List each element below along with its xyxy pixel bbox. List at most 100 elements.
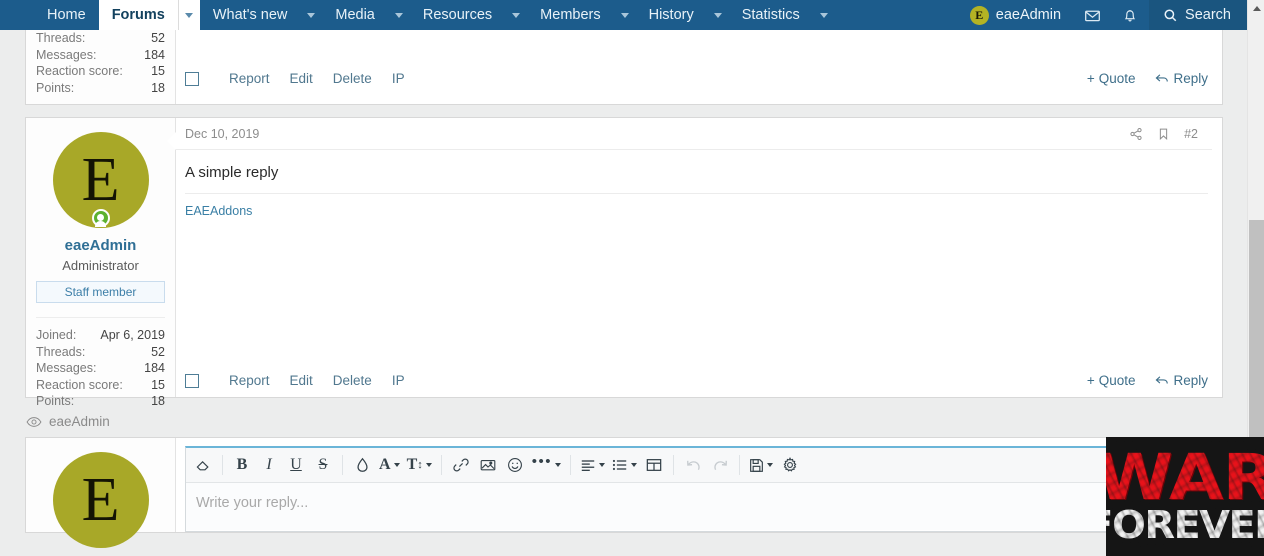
post-header: Dec 10, 2019 #2 [176, 118, 1212, 150]
edit-link[interactable]: Edit [290, 373, 313, 388]
reply-textarea[interactable]: Write your reply... [186, 483, 1211, 530]
nav-item-whats-new-label[interactable]: What's new [200, 0, 301, 30]
stat-messages: Messages: 184 [36, 360, 165, 377]
post-user-column: Threads: 52 Messages: 184 Reaction score… [26, 30, 176, 104]
draft-icon[interactable] [746, 452, 776, 478]
post-date[interactable]: Dec 10, 2019 [185, 127, 259, 141]
signature-link[interactable]: EAEAddons [185, 204, 252, 218]
toolbar-separator [673, 455, 674, 475]
stat-label: Reaction score: [36, 377, 123, 392]
nav-item-media[interactable]: Media [322, 0, 410, 30]
nav-item-home-label[interactable]: Home [34, 0, 99, 30]
post-select-checkbox[interactable] [185, 71, 199, 86]
avatar[interactable]: E [52, 452, 149, 548]
link-icon[interactable] [448, 452, 474, 478]
nav-item-statistics[interactable]: Statistics [729, 0, 835, 30]
italic-icon[interactable]: I [256, 452, 282, 478]
avatar-wrapper[interactable]: E [52, 452, 149, 548]
list-icon[interactable] [609, 452, 640, 478]
stat-value: 52 [151, 31, 165, 45]
reply-button[interactable]: Reply [1155, 71, 1208, 86]
post-2: E eaeAdmin Administrator Staff member Jo… [25, 117, 1223, 408]
nav-item-forums-chevron-down-icon[interactable] [177, 0, 200, 30]
banner-line-2: FOREVER [1106, 503, 1264, 548]
image-icon[interactable] [475, 452, 501, 478]
nav-item-whats-new[interactable]: What's new [200, 0, 323, 30]
quote-button[interactable]: + Quote [1087, 71, 1136, 86]
stat-value: 18 [151, 80, 165, 95]
nav-item-forums-label[interactable]: Forums [98, 0, 178, 30]
stat-threads: Threads: 52 [36, 344, 165, 361]
nav-item-media-chevron-down-icon[interactable] [388, 0, 410, 30]
currently-viewing-username[interactable]: eaeAdmin [49, 414, 110, 429]
post-author-name[interactable]: eaeAdmin [36, 237, 165, 254]
nav-user-menu[interactable]: E eaeAdmin [958, 0, 1073, 30]
search-button[interactable]: Search [1149, 0, 1247, 30]
table-icon[interactable] [641, 452, 667, 478]
font-size-icon[interactable]: T ↕ [404, 452, 435, 478]
eye-icon [26, 416, 42, 428]
scrollbar-up-arrow-icon[interactable] [1248, 0, 1264, 17]
stat-joined: Joined: Apr 6, 2019 [36, 327, 165, 344]
edit-link[interactable]: Edit [290, 71, 313, 86]
delete-link[interactable]: Delete [333, 71, 372, 86]
nav-item-history-label[interactable]: History [636, 0, 707, 30]
staff-member-badge: Staff member [36, 281, 165, 303]
redo-icon[interactable] [707, 452, 733, 478]
nav-item-resources-label[interactable]: Resources [410, 0, 505, 30]
remove-formatting-icon[interactable] [190, 452, 216, 478]
nav-item-history-chevron-down-icon[interactable] [707, 0, 729, 30]
war-forever-banner[interactable]: WAR FOREVER [1106, 437, 1264, 556]
bold-icon[interactable]: B [229, 452, 255, 478]
plus-icon: + [1086, 373, 1095, 388]
post-user-column: E eaeAdmin Administrator Staff member Jo… [26, 118, 176, 408]
post-previous-partial: Threads: 52 Messages: 184 Reaction score… [25, 30, 1223, 105]
quote-button[interactable]: + Quote [1087, 373, 1136, 388]
nav-item-members[interactable]: Members [527, 0, 635, 30]
font-family-icon[interactable]: A [376, 452, 403, 478]
post-select-checkbox[interactable] [185, 373, 199, 388]
ip-link[interactable]: IP [392, 71, 405, 86]
stat-threads: Threads: 52 [36, 30, 165, 47]
emoji-icon[interactable] [502, 452, 528, 478]
delete-link[interactable]: Delete [333, 373, 372, 388]
reply-arrow-icon [1156, 375, 1169, 384]
nav-item-statistics-label[interactable]: Statistics [729, 0, 813, 30]
avatar-wrapper[interactable]: E [52, 132, 149, 228]
nav-item-members-chevron-down-icon[interactable] [614, 0, 636, 30]
text-color-icon[interactable] [349, 452, 375, 478]
share-icon[interactable] [1129, 127, 1143, 141]
strikethrough-icon[interactable]: S [310, 452, 336, 478]
stat-value: 184 [144, 47, 165, 62]
nav-item-forums[interactable]: Forums [98, 0, 200, 30]
bell-icon[interactable] [1111, 0, 1149, 30]
more-options-icon[interactable]: ••• [529, 452, 564, 478]
nav-item-resources[interactable]: Resources [410, 0, 527, 30]
post-number[interactable]: #2 [1184, 127, 1198, 141]
stat-value: 184 [144, 361, 165, 375]
ip-link[interactable]: IP [392, 373, 405, 388]
nav-item-members-label[interactable]: Members [527, 0, 613, 30]
align-icon[interactable] [577, 452, 608, 478]
avatar: E [969, 5, 989, 25]
nav-item-home[interactable]: Home [34, 0, 99, 30]
scrollbar-thumb[interactable] [1249, 220, 1264, 458]
settings-gear-icon[interactable] [777, 452, 803, 478]
underline-icon[interactable]: U [283, 452, 309, 478]
quote-button-label: Quote [1098, 373, 1136, 388]
nav-item-history[interactable]: History [636, 0, 729, 30]
undo-icon[interactable] [680, 452, 706, 478]
reply-button-label: Reply [1173, 71, 1208, 86]
nav-item-statistics-chevron-down-icon[interactable] [813, 0, 835, 30]
reply-button[interactable]: Reply [1155, 373, 1208, 388]
nav-item-resources-chevron-down-icon[interactable] [505, 0, 527, 30]
report-link[interactable]: Report [229, 71, 270, 86]
bookmark-icon[interactable] [1157, 127, 1170, 141]
envelope-icon[interactable] [1073, 0, 1111, 30]
nav-item-whats-new-chevron-down-icon[interactable] [300, 0, 322, 30]
report-link[interactable]: Report [229, 373, 270, 388]
post-actions: + Quote Reply [1087, 373, 1208, 388]
nav-item-media-label[interactable]: Media [322, 0, 388, 30]
post-author-title: Administrator [62, 258, 139, 273]
online-status-icon [91, 209, 110, 227]
